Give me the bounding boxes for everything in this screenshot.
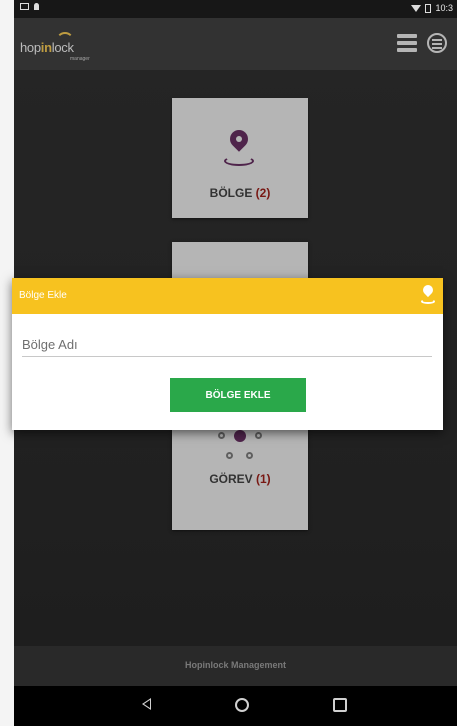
wifi-icon: [411, 4, 422, 12]
region-name-input[interactable]: [22, 337, 432, 357]
battery-icon: [425, 3, 432, 13]
status-left-icons: [20, 3, 39, 10]
add-region-button[interactable]: BÖLGE EKLE: [170, 378, 306, 412]
status-bar: 10:3: [14, 0, 457, 18]
location-icon: [34, 3, 39, 10]
dialog-title: Bölge Ekle: [19, 290, 67, 301]
add-region-dialog: Bölge Ekle BÖLGE EKLE: [12, 278, 443, 430]
screenshot-icon: [20, 3, 29, 10]
system-nav-bar: [14, 686, 457, 726]
status-time: 10:3: [435, 3, 453, 13]
recent-apps-icon[interactable]: [333, 698, 347, 712]
location-pin-icon: [420, 282, 436, 307]
dialog-header: Bölge Ekle: [12, 278, 443, 314]
home-icon[interactable]: [235, 698, 249, 712]
region-name-field-wrap: [22, 336, 432, 357]
status-right-icons: 10:3: [411, 3, 453, 13]
back-icon[interactable]: [142, 698, 151, 710]
